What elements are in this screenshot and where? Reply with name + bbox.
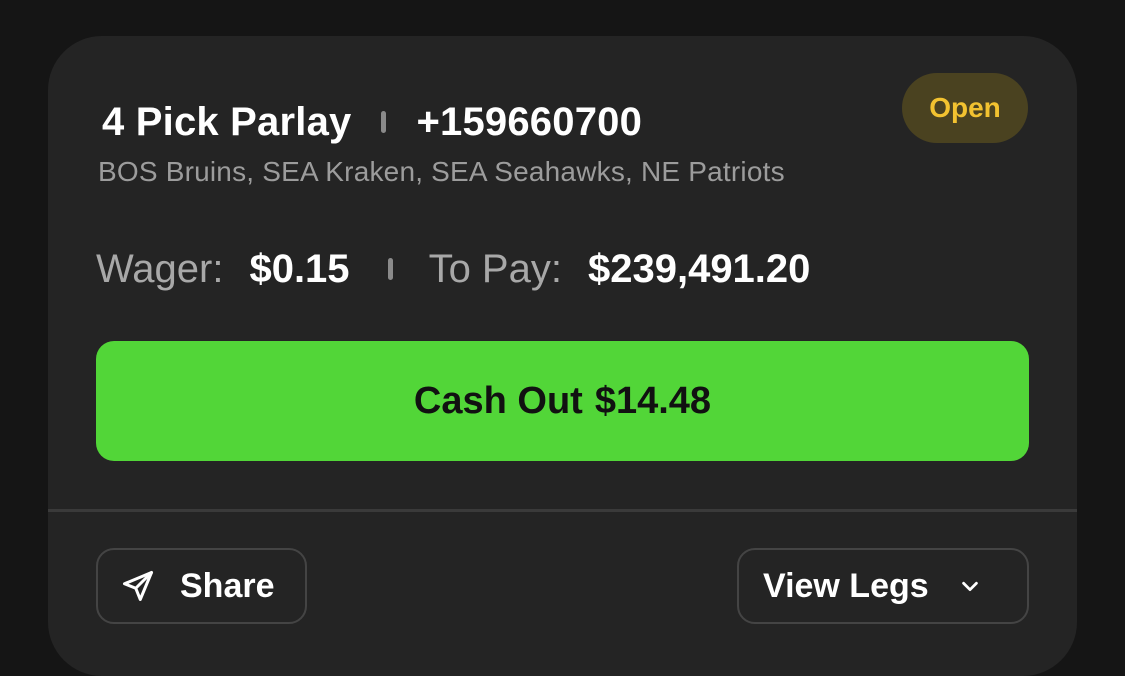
chevron-down-icon [959, 575, 981, 597]
wager-row: Wager: $0.15 To Pay: $239,491.20 [96, 244, 810, 294]
bet-teams: BOS Bruins, SEA Kraken, SEA Seahawks, NE… [98, 156, 785, 187]
view-legs-label: View Legs [763, 566, 929, 605]
card-divider [48, 509, 1077, 512]
share-label: Share [180, 566, 275, 605]
cash-out-button[interactable]: Cash Out $14.48 [96, 341, 1029, 461]
bet-odds: +159660700 [416, 99, 643, 144]
bet-header: 4 Pick Parlay +159660700 [102, 98, 642, 146]
bet-card: 4 Pick Parlay +159660700 Open BOS Bruins… [48, 36, 1077, 676]
view-legs-button[interactable]: View Legs [737, 548, 1029, 624]
to-pay-value: $239,491.20 [587, 246, 811, 291]
wager-label: Wager: [96, 246, 224, 291]
status-badge: Open [902, 73, 1028, 143]
bet-title: 4 Pick Parlay [102, 99, 352, 144]
wager-separator [387, 258, 393, 280]
to-pay-label: To Pay: [428, 246, 562, 291]
header-separator [381, 111, 387, 133]
send-icon [120, 568, 156, 604]
wager-value: $0.15 [249, 246, 350, 291]
cash-out-label: Cash Out [413, 379, 583, 422]
share-button[interactable]: Share [96, 548, 307, 624]
cash-out-value: $14.48 [594, 379, 712, 422]
